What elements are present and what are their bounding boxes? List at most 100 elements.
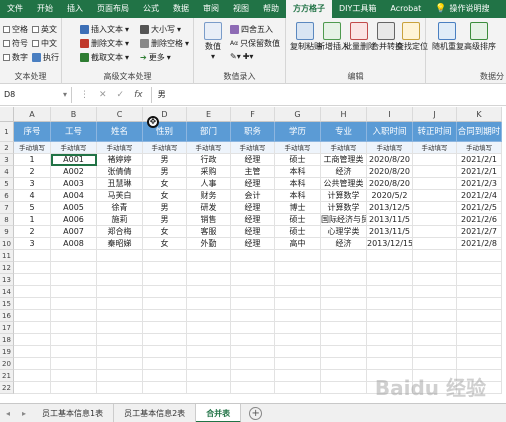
- empty-cell[interactable]: [97, 382, 143, 394]
- empty-cell[interactable]: [187, 370, 231, 382]
- empty-cell[interactable]: [275, 322, 321, 334]
- row-header[interactable]: 14: [0, 286, 14, 298]
- table-cell[interactable]: 会计: [231, 190, 275, 202]
- empty-cell[interactable]: [413, 274, 457, 286]
- table-cell[interactable]: 男: [143, 214, 187, 226]
- row-header[interactable]: 13: [0, 274, 14, 286]
- table-header-cell[interactable]: 序号: [14, 122, 51, 142]
- table-cell[interactable]: 计算数学: [321, 190, 367, 202]
- empty-cell[interactable]: [367, 358, 413, 370]
- empty-cell[interactable]: [14, 298, 51, 310]
- confirm-icon[interactable]: ✓: [117, 90, 125, 100]
- table-cell[interactable]: 女: [143, 226, 187, 238]
- empty-cell[interactable]: [321, 250, 367, 262]
- empty-cell[interactable]: [457, 262, 502, 274]
- table-cell[interactable]: 郑合梅: [97, 226, 143, 238]
- note-cell[interactable]: 手动填写: [143, 142, 187, 154]
- empty-cell[interactable]: [231, 250, 275, 262]
- table-cell[interactable]: 1: [14, 214, 51, 226]
- table-cell[interactable]: 博士: [275, 202, 321, 214]
- sheet-tab-1[interactable]: 员工基本信息1表: [32, 403, 115, 422]
- empty-cell[interactable]: [14, 334, 51, 346]
- column-header-a[interactable]: A: [14, 107, 51, 122]
- row-header[interactable]: 12: [0, 262, 14, 274]
- table-cell[interactable]: 2021/2/3: [457, 178, 502, 190]
- empty-cell[interactable]: [457, 250, 502, 262]
- empty-cell[interactable]: [187, 382, 231, 394]
- empty-cell[interactable]: [231, 370, 275, 382]
- add-insert-button[interactable]: 新增插入: [317, 22, 349, 52]
- empty-cell[interactable]: [143, 274, 187, 286]
- table-cell[interactable]: A008: [51, 238, 97, 250]
- empty-cell[interactable]: [321, 322, 367, 334]
- empty-cell[interactable]: [275, 286, 321, 298]
- check-number[interactable]: 数字: [3, 52, 28, 63]
- empty-cell[interactable]: [231, 382, 275, 394]
- table-cell[interactable]: [413, 226, 457, 238]
- tab-diy-toolbox[interactable]: DIY工具箱: [332, 0, 383, 18]
- table-cell[interactable]: 褚婷婷: [97, 154, 143, 166]
- table-header-cell[interactable]: 学历: [275, 122, 321, 142]
- copy-paste-button[interactable]: 复制粘贴: [290, 22, 322, 52]
- column-header-h[interactable]: H: [321, 107, 367, 122]
- row-header[interactable]: 10: [0, 238, 14, 250]
- empty-cell[interactable]: [367, 274, 413, 286]
- note-cell[interactable]: 手动填写: [231, 142, 275, 154]
- empty-cell[interactable]: [275, 274, 321, 286]
- empty-cell[interactable]: [51, 370, 97, 382]
- empty-cell[interactable]: [367, 310, 413, 322]
- empty-cell[interactable]: [231, 346, 275, 358]
- table-cell[interactable]: 客服: [187, 226, 231, 238]
- empty-cell[interactable]: [14, 274, 51, 286]
- empty-cell[interactable]: [14, 262, 51, 274]
- empty-cell[interactable]: [97, 286, 143, 298]
- note-cell[interactable]: 手动填写: [367, 142, 413, 154]
- row-header[interactable]: 5: [0, 178, 14, 190]
- empty-cell[interactable]: [51, 274, 97, 286]
- table-header-cell[interactable]: 专业: [321, 122, 367, 142]
- empty-cell[interactable]: [97, 298, 143, 310]
- empty-cell[interactable]: [457, 286, 502, 298]
- row-header[interactable]: 6: [0, 190, 14, 202]
- empty-cell[interactable]: [14, 310, 51, 322]
- table-cell[interactable]: 高中: [275, 238, 321, 250]
- empty-cell[interactable]: [97, 274, 143, 286]
- extract-text-button[interactable]: 截取文本 ▾: [80, 52, 129, 63]
- empty-cell[interactable]: [14, 286, 51, 298]
- table-cell[interactable]: 经理: [231, 214, 275, 226]
- table-cell[interactable]: 财务: [187, 190, 231, 202]
- empty-cell[interactable]: [457, 358, 502, 370]
- table-cell[interactable]: 马芙白: [97, 190, 143, 202]
- table-cell[interactable]: 硕士: [275, 154, 321, 166]
- empty-cell[interactable]: [97, 310, 143, 322]
- table-cell[interactable]: 本科: [275, 178, 321, 190]
- table-cell[interactable]: A006: [51, 214, 97, 226]
- empty-cell[interactable]: [367, 322, 413, 334]
- case-button[interactable]: 大小写 ▾: [140, 24, 181, 35]
- empty-cell[interactable]: [321, 286, 367, 298]
- table-cell[interactable]: 女: [143, 238, 187, 250]
- table-cell[interactable]: 2021/2/8: [457, 238, 502, 250]
- table-cell[interactable]: 5: [14, 202, 51, 214]
- numeric-button[interactable]: 数值 ▾: [198, 22, 228, 62]
- empty-cell[interactable]: [51, 334, 97, 346]
- empty-cell[interactable]: [275, 346, 321, 358]
- empty-cell[interactable]: [275, 382, 321, 394]
- empty-cell[interactable]: [187, 310, 231, 322]
- table-cell[interactable]: 工商管理类: [321, 154, 367, 166]
- table-cell[interactable]: 2021/2/1: [457, 166, 502, 178]
- table-cell[interactable]: 研发: [187, 202, 231, 214]
- empty-cell[interactable]: [367, 334, 413, 346]
- empty-cell[interactable]: [51, 298, 97, 310]
- tab-view[interactable]: 视图: [226, 0, 256, 18]
- empty-cell[interactable]: [97, 322, 143, 334]
- empty-cell[interactable]: [14, 370, 51, 382]
- check-space[interactable]: 空格: [3, 24, 28, 35]
- empty-cell[interactable]: [413, 358, 457, 370]
- table-cell[interactable]: 2020/8/20: [367, 178, 413, 190]
- empty-cell[interactable]: [187, 286, 231, 298]
- empty-cell[interactable]: [187, 274, 231, 286]
- table-cell[interactable]: [413, 190, 457, 202]
- table-cell[interactable]: [413, 214, 457, 226]
- table-cell[interactable]: 硕士: [275, 214, 321, 226]
